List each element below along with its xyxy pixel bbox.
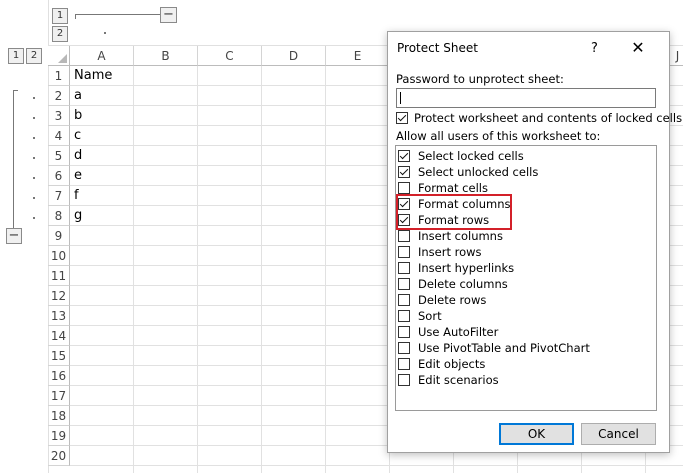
gridline-vertical (325, 66, 326, 473)
row-header-1[interactable]: 1 (48, 66, 70, 86)
row-header-17[interactable]: 17 (48, 386, 70, 406)
cell-a8[interactable]: g (70, 206, 134, 226)
row-header-13[interactable]: 13 (48, 306, 70, 326)
row-header-9[interactable]: 9 (48, 226, 70, 246)
row-header-10[interactable]: 10 (48, 246, 70, 266)
password-input[interactable] (396, 88, 656, 108)
permission-format-cells-checkbox[interactable] (398, 182, 410, 194)
row-header-4[interactable]: 4 (48, 126, 70, 146)
permission-edit-scenarios-checkbox[interactable] (398, 374, 410, 386)
password-label: Password to unprotect sheet: (396, 72, 564, 86)
protect-sheet-dialog: Protect Sheet ? ✕ Password to unprotect … (387, 31, 682, 453)
column-header-d[interactable]: D (262, 46, 326, 66)
row-header-20[interactable]: 20 (48, 446, 70, 466)
permission-label: Select locked cells (418, 149, 524, 163)
dialog-title: Protect Sheet (397, 41, 478, 55)
row-header-19[interactable]: 19 (48, 426, 70, 446)
permission-insert-hyperlinks-checkbox[interactable] (398, 262, 410, 274)
close-icon[interactable]: ✕ (628, 38, 648, 58)
protect-worksheet-checkbox[interactable] (396, 112, 408, 124)
permission-edit-objects-checkbox[interactable] (398, 358, 410, 370)
allow-users-label: Allow all users of this worksheet to: (396, 129, 601, 143)
cell-a4[interactable]: c (70, 126, 134, 146)
permission-label: Delete columns (418, 277, 508, 291)
column-header-e[interactable]: E (326, 46, 390, 66)
permission-insert-columns-checkbox[interactable] (398, 230, 410, 242)
select-all-corner[interactable] (48, 46, 70, 66)
row-header-14[interactable]: 14 (48, 326, 70, 346)
row-header-18[interactable]: 18 (48, 406, 70, 426)
permission-label: Use AutoFilter (418, 325, 499, 339)
row-header-12[interactable]: 12 (48, 286, 70, 306)
gridline-vertical (261, 66, 262, 473)
cell-a1[interactable]: Name (70, 66, 134, 86)
permission-label: Delete rows (418, 293, 487, 307)
cell-a3[interactable]: b (70, 106, 134, 126)
help-icon[interactable]: ? (591, 41, 598, 56)
permission-label: Insert columns (418, 229, 503, 243)
permission-insert-rows-checkbox[interactable] (398, 246, 410, 258)
gridline-vertical (197, 66, 198, 473)
permission-label: Edit objects (418, 357, 486, 371)
permission-select-unlocked-cells-checkbox[interactable] (398, 166, 410, 178)
permission-delete-columns-checkbox[interactable] (398, 278, 410, 290)
cell-a6[interactable]: e (70, 166, 134, 186)
cell-a5[interactable]: d (70, 146, 134, 166)
column-header-c[interactable]: C (198, 46, 262, 66)
permissions-list[interactable]: Select locked cells Select unlocked cells… (395, 145, 657, 411)
column-header-b[interactable]: B (134, 46, 198, 66)
row-header-5[interactable]: 5 (48, 146, 70, 166)
permission-label: Use PivotTable and PivotChart (418, 341, 590, 355)
column-header-a[interactable]: A (70, 46, 134, 66)
permission-select-locked-cells-checkbox[interactable] (398, 150, 410, 162)
cancel-button[interactable]: Cancel (581, 423, 656, 445)
protect-worksheet-label: Protect worksheet and contents of locked… (414, 111, 683, 125)
cell-a2[interactable]: a (70, 86, 134, 106)
permission-use-pivottable-and-pivotchart-checkbox[interactable] (398, 342, 410, 354)
permission-label: Select unlocked cells (418, 165, 539, 179)
row-header-6[interactable]: 6 (48, 166, 70, 186)
permission-label: Edit scenarios (418, 373, 499, 387)
row-header-16[interactable]: 16 (48, 366, 70, 386)
cell-a7[interactable]: f (70, 186, 134, 206)
permission-label: Sort (418, 309, 442, 323)
row-header-2[interactable]: 2 (48, 86, 70, 106)
permission-label: Insert hyperlinks (418, 261, 515, 275)
ok-button[interactable]: OK (499, 423, 574, 445)
row-header-11[interactable]: 11 (48, 266, 70, 286)
row-header-15[interactable]: 15 (48, 346, 70, 366)
permission-label: Insert rows (418, 245, 482, 259)
highlight-box (396, 194, 512, 230)
permission-use-autofilter-checkbox[interactable] (398, 326, 410, 338)
permission-delete-rows-checkbox[interactable] (398, 294, 410, 306)
row-header-8[interactable]: 8 (48, 206, 70, 226)
permission-sort-checkbox[interactable] (398, 310, 410, 322)
row-header-3[interactable]: 3 (48, 106, 70, 126)
gridline-horizontal (70, 465, 683, 466)
text-caret (400, 92, 401, 104)
row-header-7[interactable]: 7 (48, 186, 70, 206)
